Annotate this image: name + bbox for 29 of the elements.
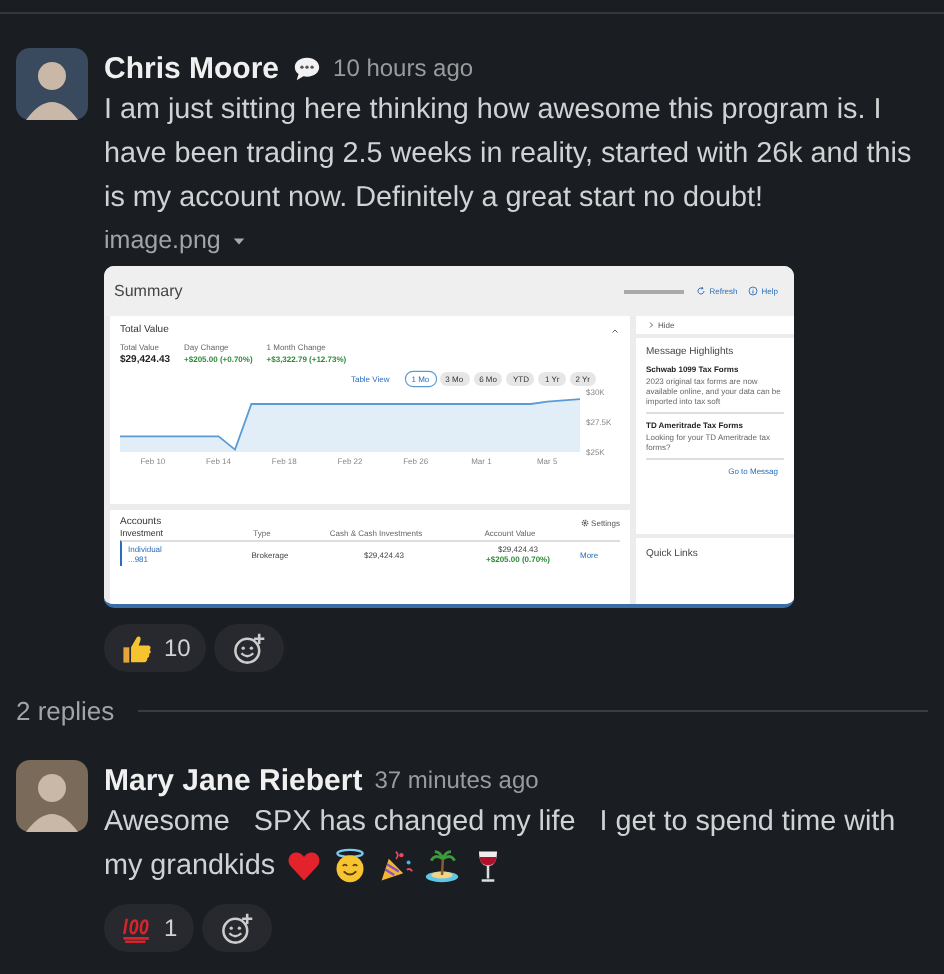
add-reaction-icon <box>219 911 254 945</box>
island-icon <box>423 848 460 884</box>
gear-icon[interactable] <box>579 517 590 527</box>
caret-icon[interactable] <box>232 233 247 247</box>
author-name[interactable]: Mary Jane Riebert <box>104 763 363 797</box>
message-text: Awesome SPX has changed my life I get to spend time with <box>104 804 896 842</box>
party-popper-icon <box>377 848 414 884</box>
halo-smiley-icon <box>331 848 368 884</box>
add-reaction-icon <box>232 631 267 665</box>
heart-icon <box>285 848 322 884</box>
reaction-button[interactable]: 10 <box>104 624 207 672</box>
avatar[interactable] <box>16 760 88 832</box>
help-icon[interactable] <box>747 286 758 296</box>
author-name[interactable]: Chris Moore <box>104 51 280 85</box>
thumbs-up-icon <box>120 631 154 665</box>
attachment-filename[interactable]: image.png <box>104 226 221 254</box>
message-text: I am just sitting here thinking how awesome this program is. I have been trading 2.5 weeks in reality, started with 26k and this is my account now. Definitely a great start no doubt! <box>104 92 914 218</box>
blurred-text-line <box>623 289 684 293</box>
refresh-icon[interactable] <box>695 286 706 296</box>
message-text: my grandkids <box>104 848 276 886</box>
attached-screenshot[interactable] <box>104 266 794 608</box>
timestamp[interactable]: 10 hours ago <box>333 54 474 82</box>
add-reaction-button[interactable] <box>214 624 285 672</box>
replies-count[interactable]: 2 replies <box>16 696 115 726</box>
reaction-button[interactable]: 1 <box>104 904 194 952</box>
add-reaction-button[interactable] <box>201 904 272 952</box>
timestamp[interactable]: 37 minutes ago <box>374 766 539 794</box>
avatar[interactable] <box>16 48 88 120</box>
page-title: Summary <box>114 282 183 300</box>
